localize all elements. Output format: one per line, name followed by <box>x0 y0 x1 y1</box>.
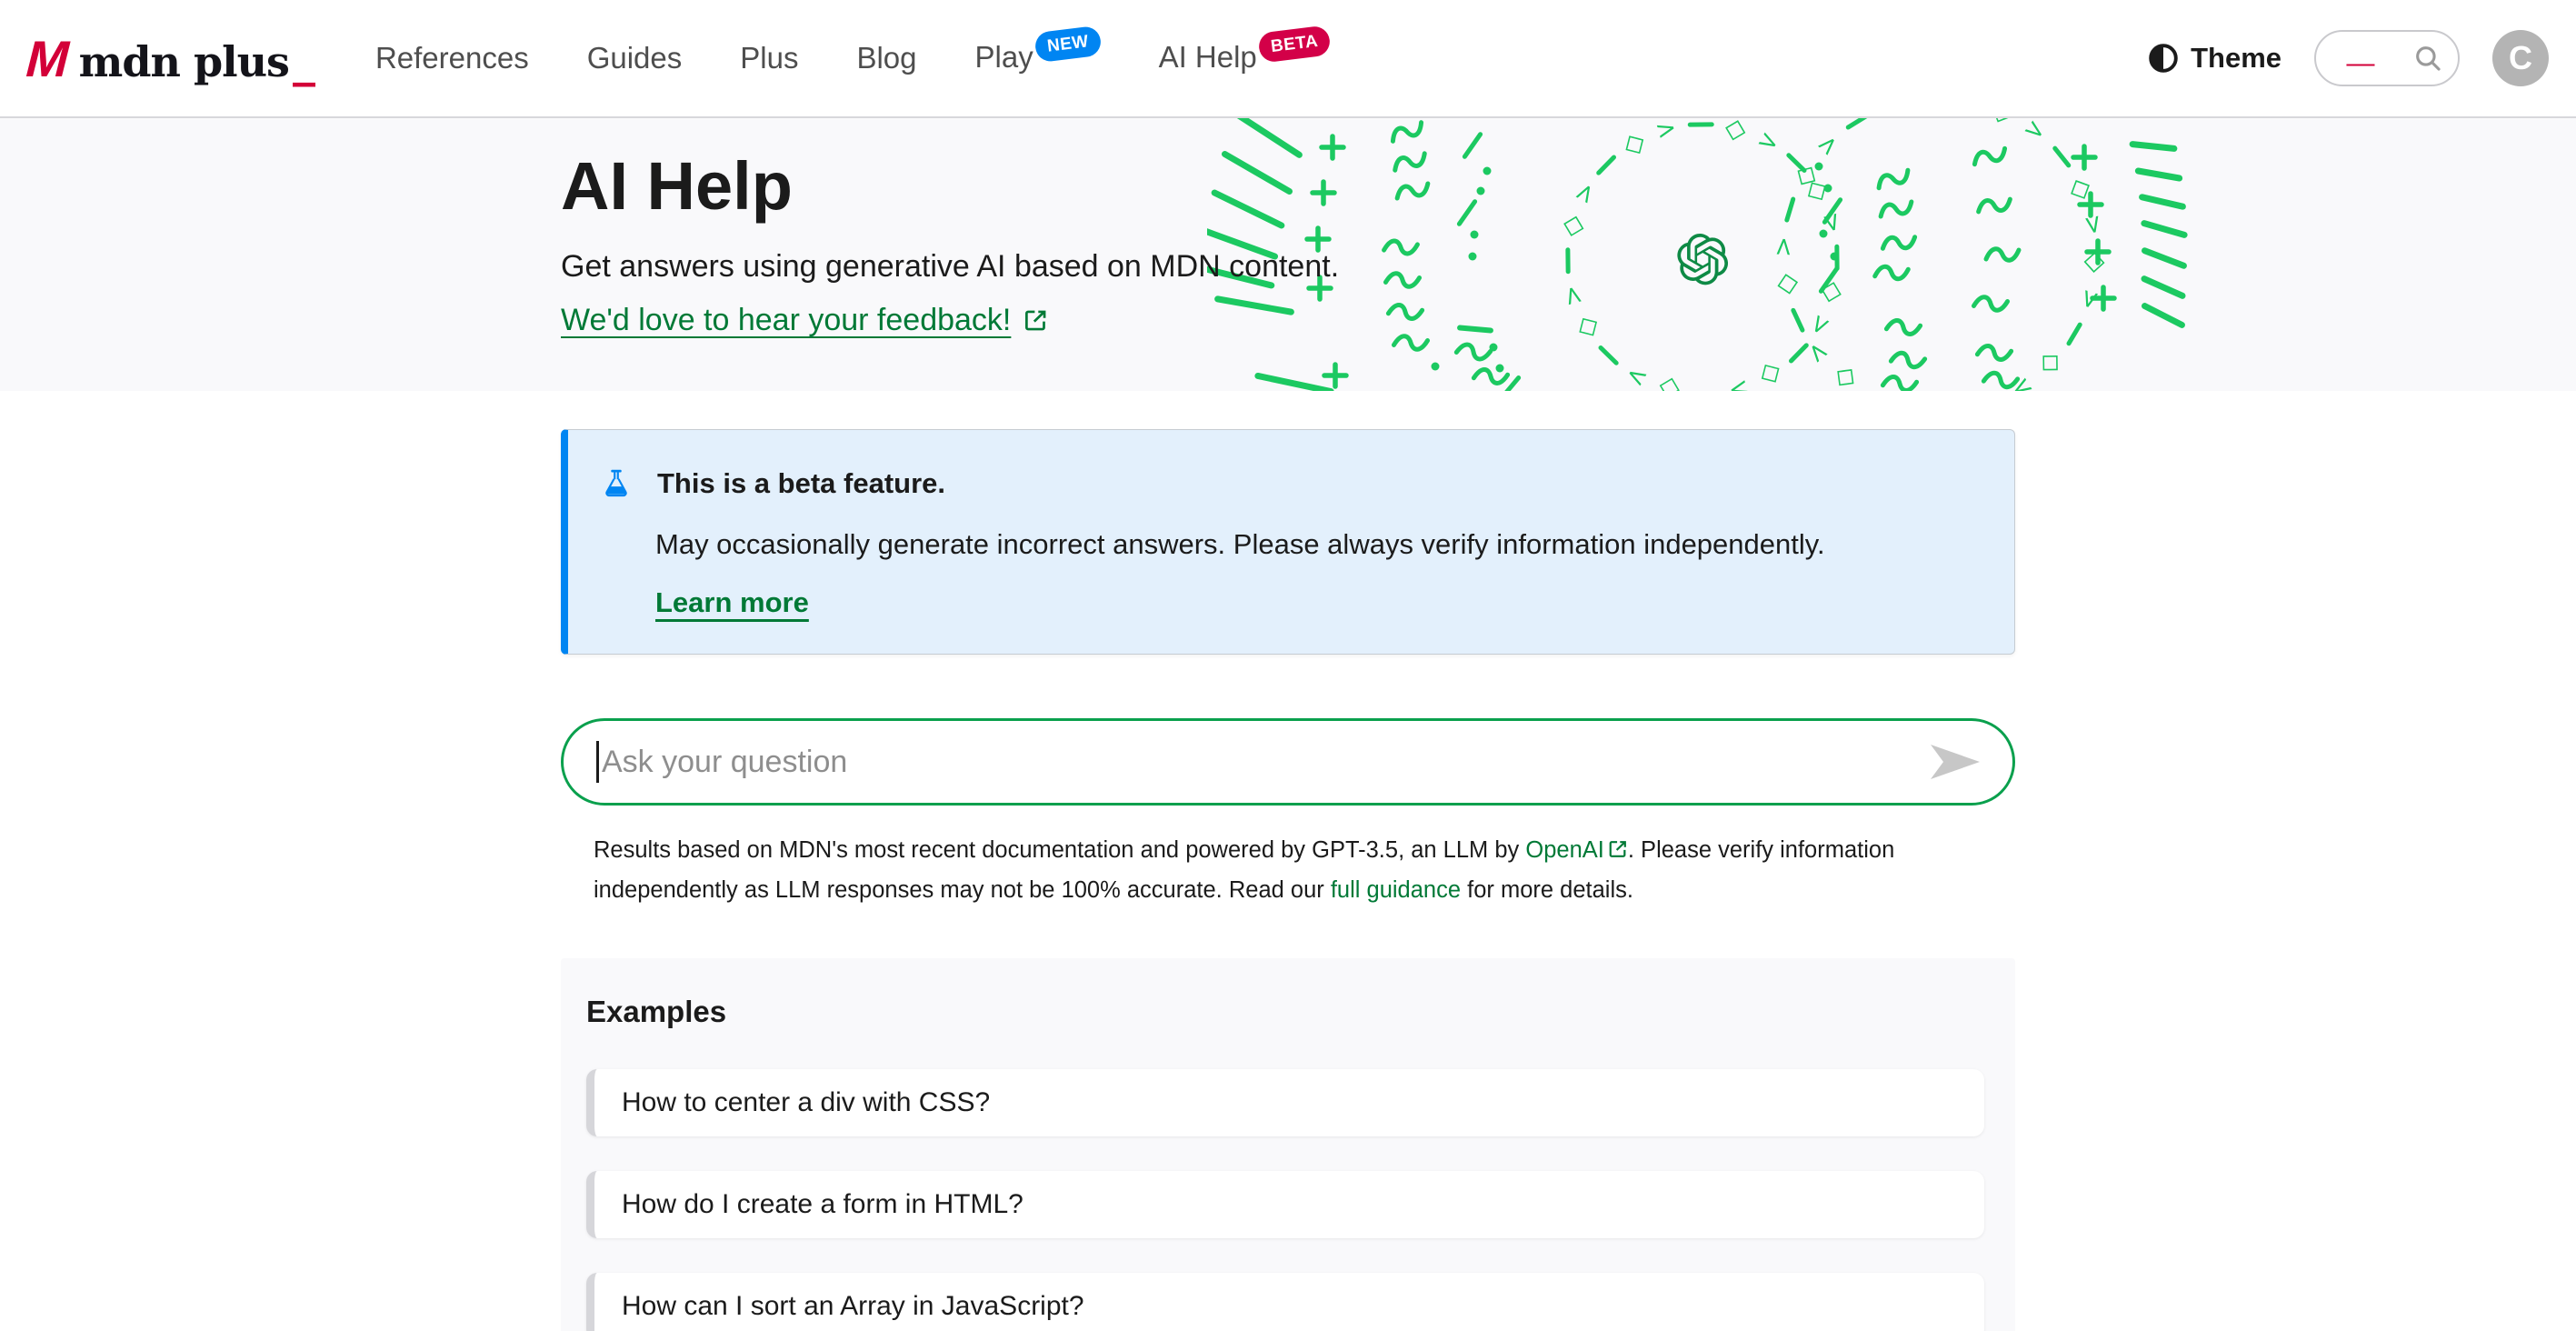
page-subtitle: Get answers using generative AI based on… <box>561 249 2015 285</box>
full-guidance-link[interactable]: full guidance <box>1331 877 1461 903</box>
external-link-icon <box>1023 308 1048 333</box>
nav-item-guides[interactable]: Guides <box>587 41 683 75</box>
text-caret <box>596 741 599 783</box>
nav-item-blog[interactable]: Blog <box>856 41 916 75</box>
external-link-icon <box>1608 839 1628 859</box>
svg-text:>: > <box>2077 212 2109 237</box>
new-badge: NEW <box>1033 25 1102 63</box>
nav-item-play[interactable]: PlayNEW <box>975 40 1101 77</box>
svg-text:◇: ◇ <box>1655 372 1683 391</box>
beta-notice-card: This is a beta feature. May occasionally… <box>561 429 2015 655</box>
ai-disclaimer: Results based on MDN's most recent docum… <box>594 831 2017 911</box>
svg-text:◇: ◇ <box>1754 355 1789 391</box>
brand-wordmark: mdn plus <box>79 37 289 86</box>
svg-text:>: > <box>1621 359 1652 391</box>
learn-more-link[interactable]: Learn more <box>655 586 809 619</box>
send-arrow-icon <box>1931 745 1980 779</box>
ask-question-field[interactable] <box>561 718 2015 806</box>
svg-text:◇: ◇ <box>2032 345 2070 383</box>
svg-text:◇: ◇ <box>2062 173 2100 205</box>
example-question-card[interactable]: How to center a div with CSS? <box>586 1069 1984 1136</box>
theme-toggle-button[interactable]: Theme <box>2147 42 2281 75</box>
examples-title: Examples <box>586 995 1984 1029</box>
notice-body: May occasionally generate incorrect answ… <box>655 528 1978 561</box>
notice-title: This is a beta feature. <box>657 467 945 500</box>
theme-half-circle-icon <box>2147 42 2180 75</box>
user-avatar[interactable]: C <box>2492 30 2549 86</box>
examples-panel: Examples How to center a div with CSS? H… <box>561 958 2015 1331</box>
feedback-link[interactable]: We'd love to hear your feedback! <box>561 303 1011 338</box>
beta-badge: BETA <box>1257 25 1332 63</box>
beaker-icon <box>601 463 632 505</box>
nav-item-plus[interactable]: Plus <box>740 41 798 75</box>
main-nav: References Guides Plus Blog PlayNEW AI H… <box>375 40 1330 77</box>
question-input[interactable] <box>602 745 1912 780</box>
theme-label: Theme <box>2191 42 2281 75</box>
nav-item-ai-help[interactable]: AI HelpBETA <box>1159 40 1331 77</box>
search-icon <box>2412 43 2443 74</box>
svg-text:>: > <box>2018 118 2052 148</box>
openai-link[interactable]: OpenAI <box>1525 837 1603 863</box>
top-navigation-bar: M mdn plus _ References Guides Plus Blog… <box>0 0 2576 118</box>
svg-text:>: > <box>1801 335 1835 369</box>
header-actions: Theme _ C <box>2147 30 2549 86</box>
svg-text:>: > <box>1725 373 1752 391</box>
ai-help-hero: ◇>◇>◇>◇>◇>◇>◇>◇>◇>◇>◇>◇>◇>◇>◇>◇>◇> AI He… <box>0 118 2576 391</box>
brand-cursor: _ <box>293 34 315 87</box>
mdn-logo-m-icon: M <box>20 29 75 88</box>
main-content: This is a beta feature. May occasionally… <box>0 429 2576 1331</box>
nav-item-references[interactable]: References <box>375 41 529 75</box>
example-question-card[interactable]: How do I create a form in HTML? <box>586 1171 1984 1238</box>
page-title: AI Help <box>561 151 2015 222</box>
search-input[interactable]: _ <box>2314 30 2460 86</box>
send-button[interactable] <box>1931 745 1980 779</box>
mdn-plus-logo[interactable]: M mdn plus _ <box>27 29 315 88</box>
svg-text:◇: ◇ <box>1827 360 1863 391</box>
example-question-card[interactable]: How can I sort an Array in JavaScript? <box>586 1273 1984 1331</box>
